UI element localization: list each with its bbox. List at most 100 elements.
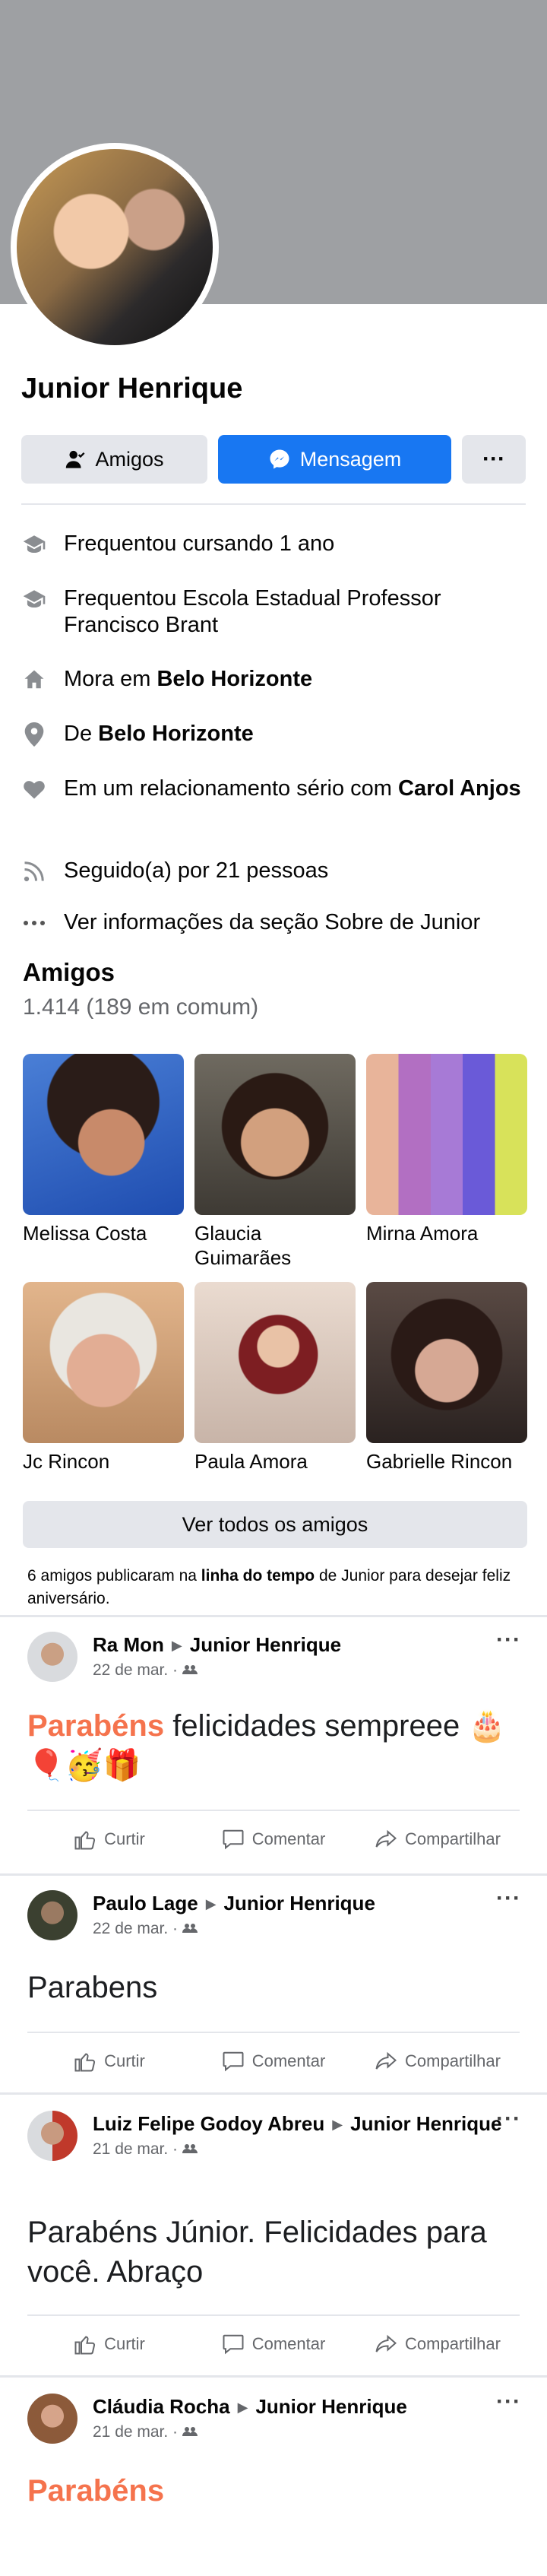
message-button[interactable]: Mensagem [218,435,451,484]
post-author[interactable]: Cláudia Rocha [93,2395,230,2418]
comment-label: Comentar [251,1829,326,1848]
friends-heading: Amigos [23,958,115,986]
intro-item-see-about[interactable]: Ver informações da seção Sobre de Junior [21,909,526,936]
like-button[interactable]: Curtir [27,1829,191,1850]
see-all-friends-button[interactable]: Ver todos os amigos [23,1501,527,1548]
more-options-button[interactable]: ··· [462,435,526,484]
friend-name: Jc Rincon [23,1450,110,1473]
post-actions: Curtir Comentar Compartilhar [27,2314,520,2372]
intro-item-lives: Mora em Belo Horizonte [21,666,526,693]
intro-item-education: Frequentou cursando 1 ano [21,531,526,557]
post-body: Parabens [27,1971,158,2004]
share-icon [375,1829,397,1848]
share-button[interactable]: Compartilhar [356,2051,520,2072]
arrow-right-icon: ▶ [237,2400,248,2415]
friend-card[interactable]: Gabrielle Rincon [366,1282,527,1474]
like-label: Curtir [104,2334,145,2353]
post-date[interactable]: 22 de mar. · [93,1920,178,1938]
post-actions: Curtir Comentar Compartilhar [27,1810,520,1867]
friend-card[interactable]: Mirna Amora [366,1054,527,1245]
share-button[interactable]: Compartilhar [356,2333,520,2355]
divider [0,2092,547,2095]
intro-hometown-link[interactable]: Belo Horizonte [98,722,254,746]
intro-city-link[interactable]: Belo Horizonte [157,667,312,691]
comment-icon [223,1829,244,1850]
post-target[interactable]: Junior Henrique [255,2395,406,2418]
more-icon: ··· [482,446,505,471]
post-options-button[interactable]: ··· [496,1886,521,1911]
timeline-link[interactable]: linha do tempo [201,1567,315,1585]
friends-button-label: Amigos [95,447,164,471]
heart-icon [21,776,47,802]
profile-picture[interactable] [11,143,219,351]
post-date[interactable]: 21 de mar. · [93,2423,178,2441]
intro-item-school: Frequentou Escola Estadual Professor Fra… [21,585,526,639]
post-author[interactable]: Ra Mon [93,1633,164,1656]
avatar[interactable] [27,1632,77,1682]
friend-photo [366,1054,527,1215]
avatar[interactable] [27,2394,77,2444]
intro-partner-link[interactable]: Carol Anjos [398,776,521,801]
intro-text: Em um relacionamento sério com [64,776,398,801]
comment-button[interactable]: Comentar [191,2333,356,2355]
share-button[interactable]: Compartilhar [356,1829,520,1850]
post-options-button[interactable]: ··· [496,2106,521,2132]
avatar[interactable] [27,2111,77,2161]
friend-card[interactable]: Glaucia Guimarães [194,1054,356,1270]
ellipsis-icon [21,909,47,936]
comment-button[interactable]: Comentar [191,1829,356,1850]
arrow-right-icon: ▶ [205,1896,217,1911]
birthday-notice-text: 6 amigos publicaram na [27,1567,201,1585]
post-options-button[interactable]: ··· [496,1627,521,1653]
friend-card[interactable]: Jc Rincon [23,1282,184,1474]
post-actions: Curtir Comentar Compartilhar [27,2032,520,2089]
friend-name: Glaucia Guimarães [194,1222,292,1269]
post-target[interactable]: Junior Henrique [190,1633,341,1656]
friends-audience-icon [182,1661,198,1680]
intro-text: Frequentou cursando 1 ano [64,531,335,556]
comment-icon [223,2051,244,2072]
friend-name: Mirna Amora [366,1222,479,1245]
post-target[interactable]: Junior Henrique [224,1892,375,1915]
comment-label: Comentar [251,2334,326,2353]
post-date[interactable]: 21 de mar. · [93,2140,178,2159]
post-text: Parabéns [27,2471,521,2511]
post-options-button[interactable]: ··· [496,2389,521,2415]
intro-item-relationship: Em um relacionamento sério com Carol Anj… [21,776,526,802]
divider [0,1873,547,1876]
comment-icon [223,2334,244,2355]
rss-feed-icon [21,858,47,884]
post-target[interactable]: Junior Henrique [350,2112,501,2135]
like-label: Curtir [104,1829,145,1848]
post-header: Cláudia Rocha ▶ Junior Henrique 21 de mar.… [27,2394,407,2444]
friend-card[interactable]: Paula Amora [194,1282,356,1474]
intro-item-followers: Seguido(a) por 21 pessoas [21,858,526,884]
friend-photo [366,1282,527,1443]
location-pin-icon [21,721,47,747]
post-highlight: Parabéns [27,2474,165,2508]
post-header: Luiz Felipe Godoy Abreu ▶ Junior Henrique … [27,2111,518,2161]
friends-count[interactable]: 1.414 (189 em comum) [23,995,258,1020]
intro-text: Mora em [64,667,157,691]
share-label: Compartilhar [405,2051,501,2070]
post-highlight: Parabéns [27,1709,165,1743]
friend-name: Gabrielle Rincon [366,1450,513,1473]
graduation-cap-icon [21,531,47,557]
graduation-cap-icon [21,585,47,612]
friends-button[interactable]: Amigos [21,435,207,484]
message-button-label: Mensagem [299,447,402,471]
intro-text: Seguido(a) por 21 pessoas [64,858,329,883]
intro-text: De [64,722,99,746]
avatar[interactable] [27,1890,77,1940]
like-label: Curtir [104,2051,145,2070]
post-author[interactable]: Luiz Felipe Godoy Abreu [93,2112,324,2135]
friend-card[interactable]: Melissa Costa [23,1054,184,1245]
post-text: Parabens [27,1968,521,2007]
comment-button[interactable]: Comentar [191,2051,356,2072]
intro-text: Frequentou Escola Estadual Professor Fra… [64,586,441,637]
post-date[interactable]: 22 de mar. · [93,1661,178,1680]
like-button[interactable]: Curtir [27,2333,191,2355]
home-icon [21,666,47,693]
like-button[interactable]: Curtir [27,2051,191,2072]
post-author[interactable]: Paulo Lage [93,1892,198,1915]
